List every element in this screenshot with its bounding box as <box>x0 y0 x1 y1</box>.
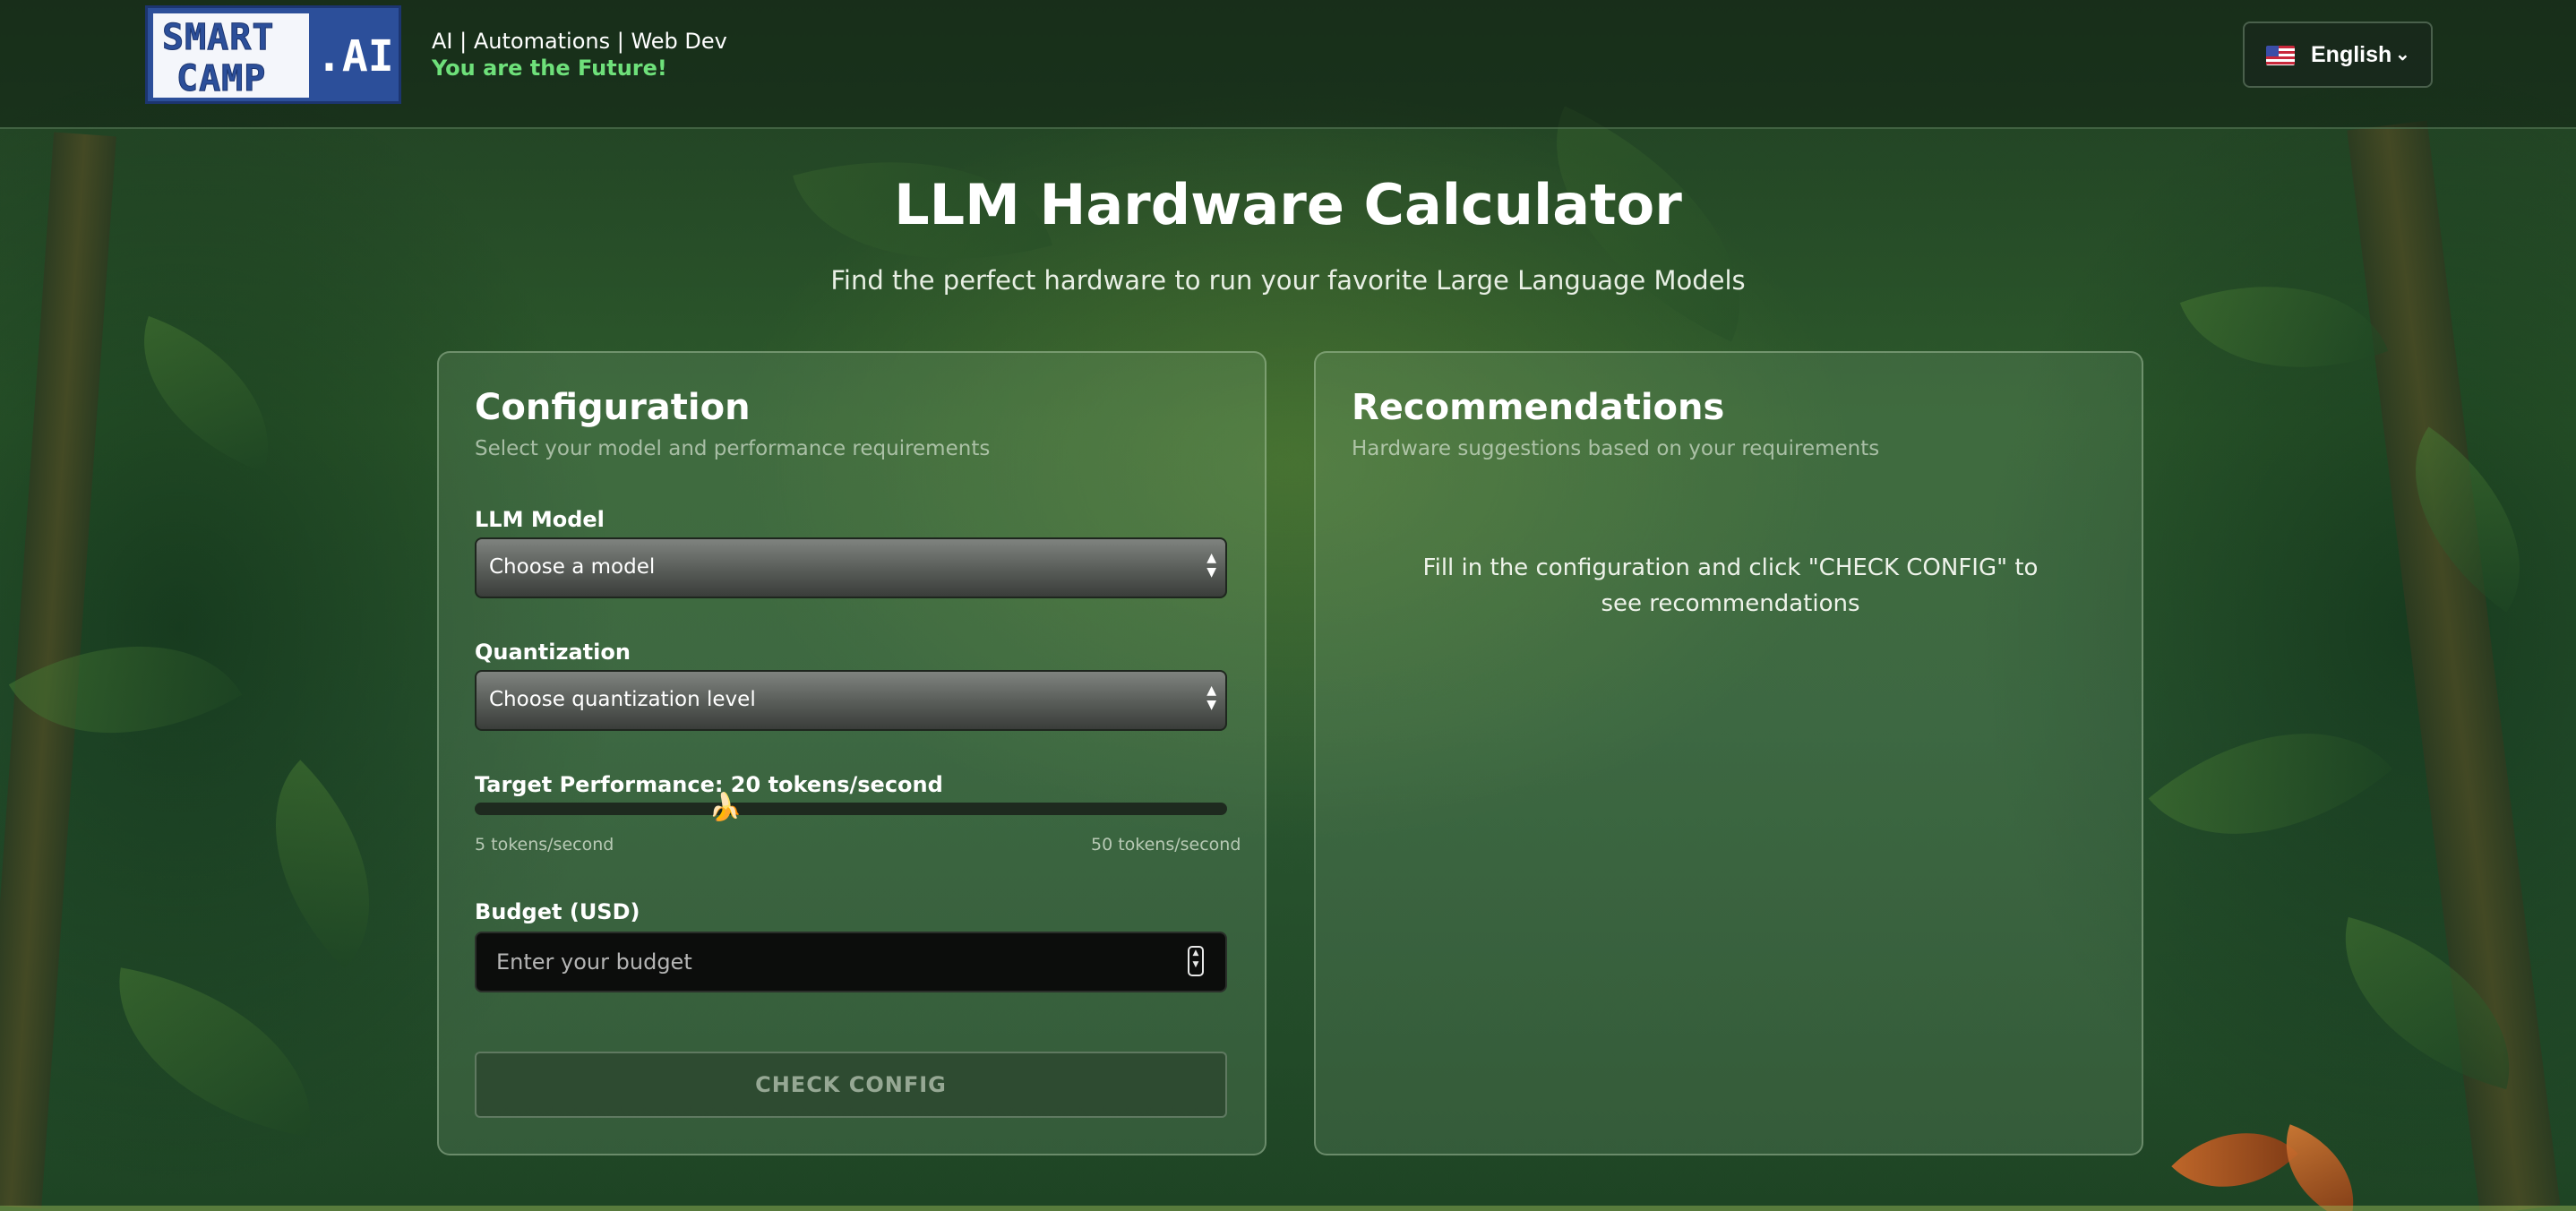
performance-min-label: 5 tokens/second <box>475 835 614 855</box>
recommendations-card: Recommendations Hardware suggestions bas… <box>1314 351 2143 1155</box>
model-select[interactable]: Choose a model ▲ ▼ <box>475 537 1227 598</box>
header-tagline: AI | Automations | Web Dev <box>432 29 727 54</box>
model-label: LLM Model <box>475 507 605 532</box>
leaf <box>111 315 301 473</box>
logo-line-1: SMART <box>161 17 275 59</box>
number-spinner-icon[interactable]: ▲ ▼ <box>1188 946 1204 976</box>
quantization-select-value: Choose quantization level <box>489 688 756 711</box>
smartcamp-logo[interactable]: SMART CAMP .AI <box>145 5 401 104</box>
budget-label: Budget (USD) <box>475 899 640 924</box>
logo-text-panel: SMART CAMP <box>153 13 309 100</box>
logo-suffix: .AI <box>316 31 394 82</box>
model-select-value: Choose a model <box>489 555 656 579</box>
header-slogan: You are the Future! <box>432 56 667 81</box>
site-header: SMART CAMP .AI AI | Automations | Web De… <box>0 0 2576 129</box>
language-selector[interactable]: English ⌄ <box>2243 21 2433 88</box>
performance-max-label: 50 tokens/second <box>1091 835 1241 855</box>
configuration-description: Select your model and performance requir… <box>475 437 991 460</box>
footer-divider <box>0 1206 2576 1211</box>
page-subtitle: Find the perfect hardware to run your fa… <box>830 265 1746 296</box>
recommendations-title: Recommendations <box>1352 387 1725 428</box>
leaf <box>2148 666 2393 902</box>
orange-leaf <box>2265 1124 2374 1211</box>
budget-input[interactable] <box>475 932 1227 992</box>
logo-line-2: CAMP <box>176 58 267 100</box>
orange-leaf <box>2171 1096 2298 1211</box>
language-label: English <box>2311 42 2392 67</box>
select-arrows-icon: ▲ ▼ <box>1206 551 1216 580</box>
recommendations-empty-message: Fill in the configuration and click "CHE… <box>1422 554 2039 617</box>
recommendations-description: Hardware suggestions based on your requi… <box>1352 437 1880 460</box>
us-flag-icon <box>2266 46 2295 65</box>
leaf <box>97 967 333 1138</box>
check-config-button[interactable]: CHECK CONFIG <box>475 1052 1227 1118</box>
quantization-select[interactable]: Choose quantization level ▲ ▼ <box>475 670 1227 731</box>
quantization-label: Quantization <box>475 640 631 665</box>
performance-slider[interactable]: 🍌 <box>475 792 1227 823</box>
leaf <box>218 760 427 969</box>
slider-thumb-banana-icon[interactable]: 🍌 <box>708 790 743 826</box>
configuration-card: Configuration Select your model and perf… <box>437 351 1267 1155</box>
page-title: LLM Hardware Calculator <box>894 172 1682 237</box>
select-arrows-icon: ▲ ▼ <box>1206 683 1216 712</box>
configuration-title: Configuration <box>475 387 751 428</box>
chevron-down-icon: ⌄ <box>2395 45 2410 64</box>
